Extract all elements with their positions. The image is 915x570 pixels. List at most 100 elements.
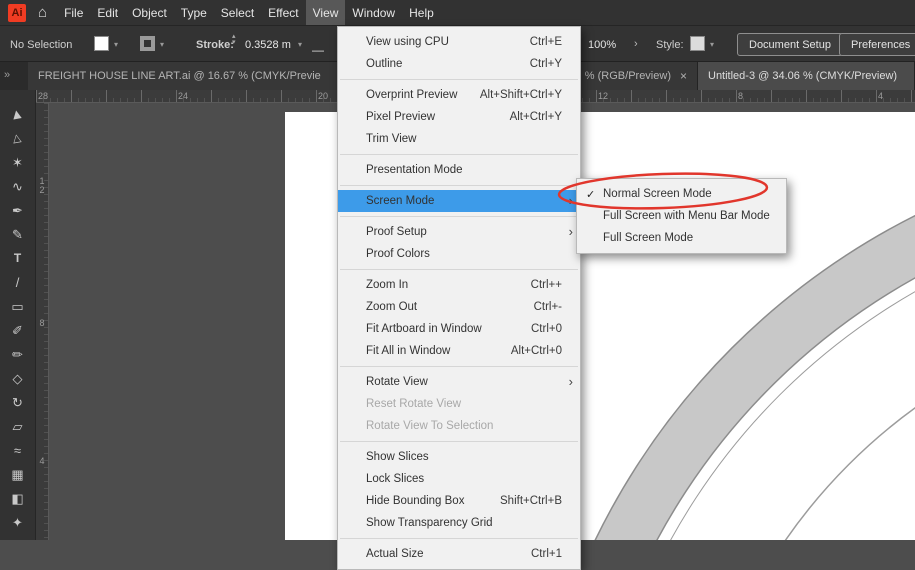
- menubar-item-effect[interactable]: Effect: [261, 0, 305, 25]
- menubar-item-window[interactable]: Window: [345, 0, 402, 25]
- scale-tool[interactable]: ▱: [4, 414, 32, 438]
- document-tab[interactable]: Untitled-3 @ 34.06 % (CMYK/Preview): [698, 62, 915, 90]
- free-transform-tool[interactable]: ▦: [4, 462, 32, 486]
- menu-item-rotate-view[interactable]: Rotate View ›: [338, 371, 580, 393]
- shaper-tool[interactable]: ✏: [4, 342, 32, 366]
- tab-title: FREIGHT HOUSE LINE ART.ai @ 16.67 % (CMY…: [38, 70, 321, 82]
- home-icon[interactable]: ⌂: [38, 5, 47, 20]
- submenu-arrow-icon: ›: [569, 193, 573, 208]
- menu-item-outline[interactable]: Outline Ctrl+Y: [338, 53, 580, 75]
- app-logo-icon[interactable]: Ai: [8, 4, 26, 22]
- menu-item-label: Outline: [366, 58, 402, 70]
- free-transform-icon: ▦: [11, 468, 23, 481]
- menubar-item-type[interactable]: Type: [174, 0, 214, 25]
- line-style-dropdown[interactable]: —: [312, 43, 323, 57]
- stroke-chevron-down-icon[interactable]: ▾: [160, 41, 164, 49]
- line-segment-icon: /: [16, 276, 20, 289]
- menu-item-zoom-out[interactable]: Zoom OutCtrl+-: [338, 296, 580, 318]
- pen-tool[interactable]: ✒: [4, 198, 32, 222]
- stroke-color-swatch[interactable]: [140, 36, 155, 51]
- submenu-arrow-icon: ›: [569, 374, 573, 389]
- style-chevron-down-icon[interactable]: ▾: [710, 41, 714, 49]
- menu-item-fit-artboard-in-window[interactable]: Fit Artboard in WindowCtrl+0: [338, 318, 580, 340]
- selection-icon: ▶: [11, 109, 23, 119]
- menu-item-label: Overprint Preview: [366, 89, 457, 101]
- fill-chevron-down-icon[interactable]: ▾: [114, 41, 118, 49]
- style-swatch[interactable]: [690, 36, 705, 51]
- tab-overflow-icon[interactable]: »: [4, 69, 10, 81]
- menu-item-lock-slices[interactable]: Lock Slices: [338, 468, 580, 490]
- menu-item-fit-all-in-window[interactable]: Fit All in WindowAlt+Ctrl+0: [338, 340, 580, 362]
- eyedropper-icon: ✦: [12, 516, 23, 529]
- paintbrush-tool[interactable]: ✐: [4, 318, 32, 342]
- paintbrush-icon: ✐: [12, 324, 23, 337]
- tab-close-icon[interactable]: ×: [680, 69, 687, 83]
- menu-item-show-slices[interactable]: Show Slices: [338, 446, 580, 468]
- menu-item-label: Lock Slices: [366, 473, 424, 485]
- menu-item-proof-colors[interactable]: Proof Colors: [338, 243, 580, 265]
- menu-separator: [340, 185, 578, 186]
- vertical-ruler: 1 284: [36, 103, 49, 540]
- menu-item-zoom-in[interactable]: Zoom InCtrl++: [338, 274, 580, 296]
- submenu-item-full-screen-mode[interactable]: Full Screen Mode: [577, 227, 786, 249]
- tools-panel: ▶ ▷✶∿ ✒ ✎T / ▭ ✐ ✏◇↻ ▱ ≈ ▦ ◧ ✦: [0, 90, 36, 540]
- menu-item-trim-view[interactable]: Trim View: [338, 128, 580, 150]
- menu-item-overprint-preview[interactable]: Overprint Preview Alt+Shift+Ctrl+Y: [338, 84, 580, 106]
- menu-separator: [340, 441, 578, 442]
- gradient-tool[interactable]: ◧: [4, 486, 32, 510]
- line-segment-tool[interactable]: /: [4, 270, 32, 294]
- eraser-tool[interactable]: ◇: [4, 366, 32, 390]
- preferences-button[interactable]: Preferences: [839, 33, 915, 56]
- menu-item-label: View using CPU: [366, 36, 449, 48]
- menu-item-view-using-cpu[interactable]: View using CPUCtrl+E: [338, 31, 580, 53]
- submenu-item-full-screen-with-menu-bar-mode[interactable]: Full Screen with Menu Bar Mode: [577, 205, 786, 227]
- fill-color-swatch[interactable]: [94, 36, 109, 51]
- menu-item-label: Zoom In: [366, 279, 408, 291]
- menu-item-screen-mode[interactable]: Screen Mode›: [338, 190, 580, 212]
- menubar-item-select[interactable]: Select: [214, 0, 261, 25]
- menubar-item-file[interactable]: File: [57, 0, 90, 25]
- eyedropper-tool[interactable]: ✦: [4, 510, 32, 534]
- menu-item-reset-rotate-view: Reset Rotate View: [338, 393, 580, 415]
- type-tool[interactable]: T: [4, 246, 32, 270]
- document-setup-button[interactable]: Document Setup: [737, 33, 843, 56]
- menubar-item-view[interactable]: View: [306, 0, 346, 25]
- menubar-item-object[interactable]: Object: [125, 0, 174, 25]
- menu-item-hide-bounding-box[interactable]: Hide Bounding Box Shift+Ctrl+B: [338, 490, 580, 512]
- direct-selection-tool[interactable]: ▷: [4, 126, 32, 150]
- curvature-tool[interactable]: ✎: [4, 222, 32, 246]
- submenu-item-label: Full Screen Mode: [603, 232, 693, 244]
- selection-status: No Selection: [10, 39, 72, 51]
- opacity-value[interactable]: 100%: [588, 39, 616, 51]
- menubar-item-help[interactable]: Help: [402, 0, 441, 25]
- menu-item-shortcut: Alt+Shift+Ctrl+Y: [480, 89, 570, 101]
- menubar-item-edit[interactable]: Edit: [90, 0, 125, 25]
- rectangle-tool[interactable]: ▭: [4, 294, 32, 318]
- submenu-item-normal-screen-mode[interactable]: ✓Normal Screen Mode: [577, 183, 786, 205]
- menu-item-presentation-mode[interactable]: Presentation Mode: [338, 159, 580, 181]
- document-tab[interactable]: FREIGHT HOUSE LINE ART.ai @ 16.67 % (CMY…: [28, 62, 346, 90]
- width-tool[interactable]: ≈: [4, 438, 32, 462]
- rectangle-icon: ▭: [11, 300, 23, 313]
- stroke-weight-chevron-down-icon[interactable]: ▾: [298, 41, 302, 49]
- stroke-weight-stepper[interactable]: ▴ ▾: [232, 34, 236, 46]
- menu-item-label: Hide Bounding Box: [366, 495, 464, 507]
- menu-item-shortcut: Shift+Ctrl+B: [500, 495, 570, 507]
- menu-item-shortcut: Ctrl+Y: [530, 58, 570, 70]
- menu-item-actual-size[interactable]: Actual SizeCtrl+1: [338, 543, 580, 565]
- menu-item-label: Rotate View: [366, 376, 428, 388]
- scale-icon: ▱: [13, 420, 23, 433]
- lasso-tool[interactable]: ∿: [4, 174, 32, 198]
- menu-item-pixel-preview[interactable]: Pixel PreviewAlt+Ctrl+Y: [338, 106, 580, 128]
- menu-item-proof-setup[interactable]: Proof Setup›: [338, 221, 580, 243]
- stepper-down-icon[interactable]: ▾: [232, 40, 236, 46]
- selection-tool[interactable]: ▶: [4, 102, 32, 126]
- tab-title: % (RGB/Preview): [585, 70, 671, 82]
- opacity-chevron-icon[interactable]: ›: [634, 38, 638, 50]
- ruler-mark: 28: [38, 91, 48, 101]
- stroke-weight-value[interactable]: 0.3528 m: [245, 39, 291, 51]
- rotate-tool[interactable]: ↻: [4, 390, 32, 414]
- menu-item-show-transparency-grid[interactable]: Show Transparency Grid: [338, 512, 580, 534]
- magic-wand-tool[interactable]: ✶: [4, 150, 32, 174]
- pen-icon: ✒: [12, 204, 23, 217]
